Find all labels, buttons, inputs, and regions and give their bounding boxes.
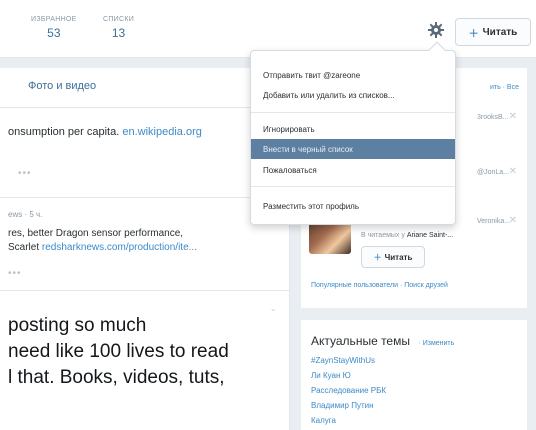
- menu-item-report[interactable]: Пожаловаться: [251, 160, 455, 180]
- trend-item[interactable]: Калуга: [311, 416, 517, 425]
- trends-header: Актуальные темы · Изменить: [311, 332, 517, 350]
- favorites-stat-value: 53: [47, 26, 61, 40]
- trend-item[interactable]: Расследование РБК: [311, 386, 517, 395]
- follow-button-label: Читать: [482, 26, 518, 38]
- follow-button-label: Читать: [384, 252, 413, 262]
- chevron-down-icon[interactable]: ⌄: [269, 303, 277, 314]
- trend-item[interactable]: Владимир Путин: [311, 401, 517, 410]
- tweet-text-line: res, better Dragon sensor performance,: [8, 228, 184, 239]
- more-actions-icon[interactable]: •••: [8, 268, 22, 279]
- menu-item-mute[interactable]: Игнорировать: [251, 119, 455, 139]
- close-icon[interactable]: ✕: [509, 111, 517, 122]
- lists-stat[interactable]: СПИСКИ 13: [103, 16, 134, 40]
- media-section-header[interactable]: Фото и видео: [0, 68, 289, 108]
- trend-item[interactable]: #ZaynStayWithUs: [311, 356, 517, 365]
- lists-stat-label: СПИСКИ: [103, 16, 135, 23]
- tweet[interactable]: ⌄ posting so much need like 100 lives to…: [0, 291, 289, 430]
- tweet-link[interactable]: redsharknews.com/production/ite...: [42, 242, 197, 253]
- tweet-text-body: Scarlet: [8, 242, 40, 253]
- follow-context: В читаемых у Ariane Saint-...: [361, 232, 453, 239]
- timeline-column: Фото и видео onsumption per capita. en.w…: [0, 68, 290, 430]
- tweet-text: onsumption per capita. en.wikipedia.org: [8, 126, 202, 138]
- tweet-text-line: Scarlet redsharknews.com/production/ite.…: [8, 242, 197, 253]
- trends-panel: Актуальные темы · Изменить #ZaynStayWith…: [301, 320, 527, 430]
- menu-item-add-to-lists[interactable]: Добавить или удалить из списков...: [251, 85, 455, 105]
- menu-item-block[interactable]: Внести в черный список: [251, 139, 455, 159]
- tweet-text-line: posting so much: [8, 315, 147, 336]
- menu-divider: [251, 186, 455, 187]
- menu-item-embed-profile[interactable]: Разместить этот профиль: [251, 196, 455, 216]
- trends-change-link[interactable]: · Изменить: [418, 340, 454, 347]
- tweet[interactable]: ews · 5 ч. ⌄ res, better Dragon sensor p…: [0, 198, 289, 291]
- close-icon[interactable]: ✕: [509, 215, 517, 226]
- tweet-link[interactable]: en.wikipedia.org: [122, 126, 202, 138]
- media-section-title: Фото и видео: [28, 80, 97, 92]
- tweet-text-line: need like 100 lives to read: [8, 341, 229, 362]
- menu-divider: [251, 112, 455, 113]
- suggested-user-name[interactable]: Veronika...: [477, 218, 510, 225]
- tweet-text-body: onsumption per capita.: [8, 126, 120, 138]
- suggested-user-name[interactable]: 3rooksB...: [477, 114, 509, 121]
- sidebar-links[interactable]: Популярные пользователи · Поиск друзей: [311, 282, 448, 289]
- favorites-stat[interactable]: ИЗБРАННОЕ 53: [31, 16, 77, 40]
- menu-item-send-tweet[interactable]: Отправить твит @zareone: [251, 65, 455, 85]
- suggestions-header-links[interactable]: ить · Все: [490, 84, 519, 91]
- tweet-text-line: l that. Books, videos, tuts,: [8, 367, 225, 388]
- add-user-icon: ＋: [373, 252, 382, 262]
- profile-actions-menu: Отправить твит @zareone Добавить или уда…: [250, 41, 456, 225]
- lists-stat-value: 13: [111, 26, 126, 40]
- add-user-icon: ＋: [468, 28, 479, 40]
- trend-item[interactable]: Ли Куан Ю: [311, 371, 517, 380]
- trends-title: Актуальные темы: [311, 334, 410, 348]
- close-icon[interactable]: ✕: [509, 166, 517, 177]
- follow-context-text: В читаемых у: [361, 232, 405, 239]
- follow-button[interactable]: ＋ Читать: [455, 18, 531, 46]
- gear-icon[interactable]: [428, 22, 444, 38]
- tweet[interactable]: onsumption per capita. en.wikipedia.org …: [0, 108, 289, 198]
- more-actions-icon[interactable]: •••: [18, 168, 32, 179]
- suggested-user-name[interactable]: @JonLa...: [477, 169, 509, 176]
- tweet-meta: ews · 5 ч.: [8, 210, 43, 219]
- favorites-stat-label: ИЗБРАННОЕ: [31, 16, 77, 23]
- follow-suggested-button[interactable]: ＋ Читать: [361, 246, 425, 268]
- follow-context-user[interactable]: Ariane Saint-...: [407, 232, 453, 239]
